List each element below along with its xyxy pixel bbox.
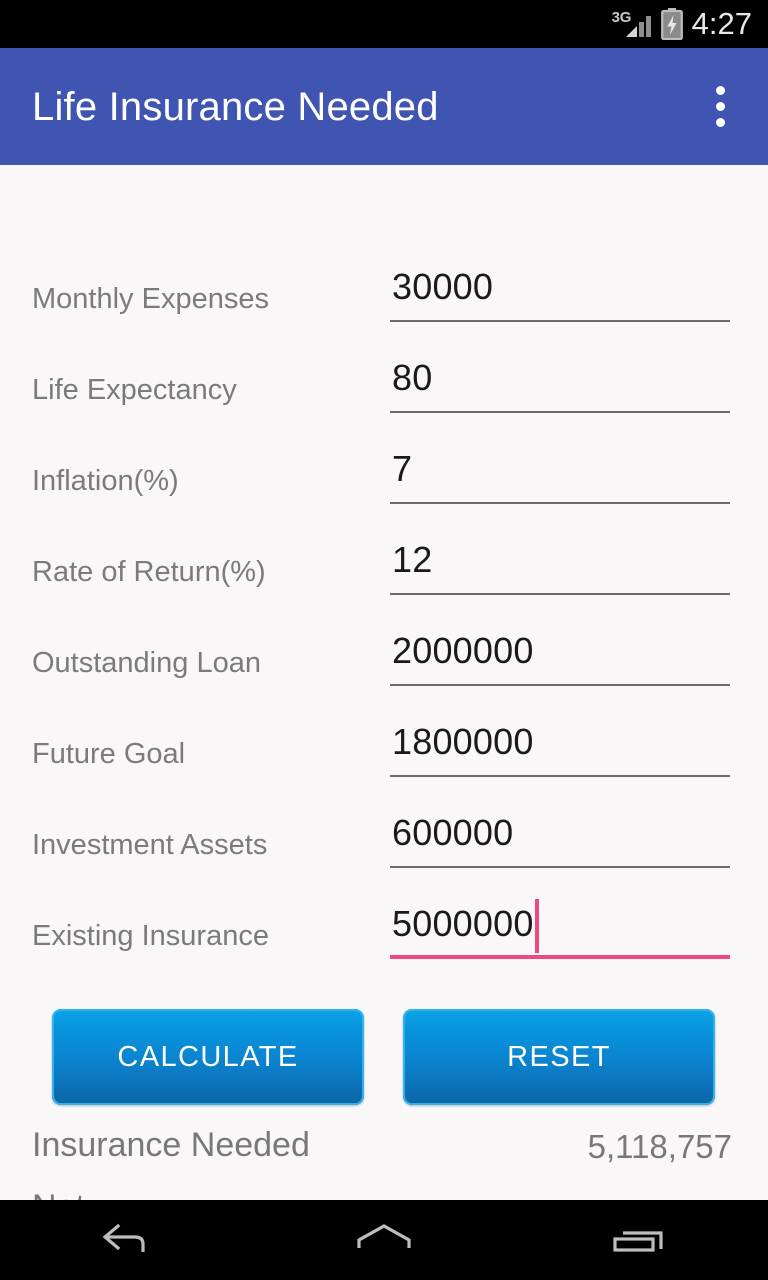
signal-indicator: 3G [612, 7, 652, 41]
field-row-life-expectancy: Life Expectancy 80 [0, 351, 768, 442]
label-outstanding-loan: Outstanding Loan [32, 647, 261, 679]
reset-button[interactable]: RESET [403, 1009, 715, 1105]
status-bar: 3G 4:27 [0, 0, 768, 48]
nav-recents-button[interactable] [580, 1200, 700, 1280]
field-row-rate-of-return: Rate of Return(%) 12 [0, 533, 768, 624]
status-bar-right: 3G 4:27 [612, 7, 752, 41]
result-label-insurance-needed: Insurance Needed [32, 1126, 310, 1164]
input-monthly-expenses[interactable]: 30000 [390, 260, 730, 322]
input-existing-insurance[interactable]: 5000000 [390, 897, 730, 959]
input-outstanding-loan[interactable]: 2000000 [390, 624, 730, 686]
input-rate-of-return[interactable]: 12 [390, 533, 730, 595]
result-row-insurance-needed: Insurance Needed 5,118,757 [0, 1125, 768, 1187]
nav-back-button[interactable] [68, 1200, 188, 1280]
value-inflation: 7 [392, 448, 413, 489]
value-existing-insurance: 5000000 [392, 903, 534, 944]
main-content: Monthly Expenses 30000 Life Expectancy 8… [0, 165, 768, 1226]
label-investment-assets: Investment Assets [32, 829, 268, 861]
field-row-monthly-expenses: Monthly Expenses 30000 [0, 260, 768, 351]
signal-bars-icon [625, 16, 651, 37]
status-bar-clock: 4:27 [691, 5, 752, 41]
insurance-form: Monthly Expenses 30000 Life Expectancy 8… [0, 260, 768, 988]
battery-charging-icon [660, 8, 683, 40]
nav-home-button[interactable] [324, 1200, 444, 1280]
back-arrow-icon [102, 1223, 145, 1252]
value-outstanding-loan: 2000000 [392, 630, 534, 671]
field-row-future-goal: Future Goal 1800000 [0, 715, 768, 806]
field-row-inflation: Inflation(%) 7 [0, 442, 768, 533]
label-inflation: Inflation(%) [32, 465, 179, 497]
field-row-outstanding-loan: Outstanding Loan 2000000 [0, 624, 768, 715]
label-existing-insurance: Existing Insurance [32, 920, 269, 952]
calculate-button[interactable]: CALCULATE [52, 1009, 364, 1105]
field-row-investment-assets: Investment Assets 600000 [0, 806, 768, 897]
android-navigation-bar [0, 1200, 768, 1280]
label-rate-of-return: Rate of Return(%) [32, 556, 266, 588]
value-rate-of-return: 12 [392, 539, 433, 580]
value-investment-assets: 600000 [392, 812, 514, 853]
overflow-dot [715, 86, 725, 95]
label-monthly-expenses: Monthly Expenses [32, 283, 269, 315]
reset-button-label: RESET [507, 1040, 611, 1073]
label-life-expectancy: Life Expectancy [32, 374, 237, 406]
android-screen: 3G 4:27 Life Insurance Needed Monthly Ex… [0, 0, 768, 1280]
input-investment-assets[interactable]: 600000 [390, 806, 730, 868]
app-bar: Life Insurance Needed [0, 48, 768, 165]
overflow-menu-icon[interactable] [696, 71, 744, 143]
overflow-dot [715, 102, 725, 111]
overflow-dot [715, 118, 725, 127]
value-monthly-expenses: 30000 [392, 266, 494, 307]
result-value-insurance-needed: 5,118,757 [587, 1128, 732, 1165]
home-icon [357, 1224, 411, 1248]
field-row-existing-insurance: Existing Insurance 5000000 [0, 897, 768, 988]
value-future-goal: 1800000 [392, 721, 534, 762]
value-life-expectancy: 80 [392, 357, 433, 398]
input-life-expectancy[interactable]: 80 [390, 351, 730, 413]
calculate-button-label: CALCULATE [117, 1040, 299, 1073]
label-future-goal: Future Goal [32, 738, 186, 770]
recent-apps-icon [613, 1231, 663, 1252]
page-title: Life Insurance Needed [32, 84, 439, 129]
input-future-goal[interactable]: 1800000 [390, 715, 730, 777]
action-button-row: CALCULATE RESET [0, 1003, 768, 1113]
text-cursor [535, 899, 539, 953]
input-inflation[interactable]: 7 [390, 442, 730, 504]
